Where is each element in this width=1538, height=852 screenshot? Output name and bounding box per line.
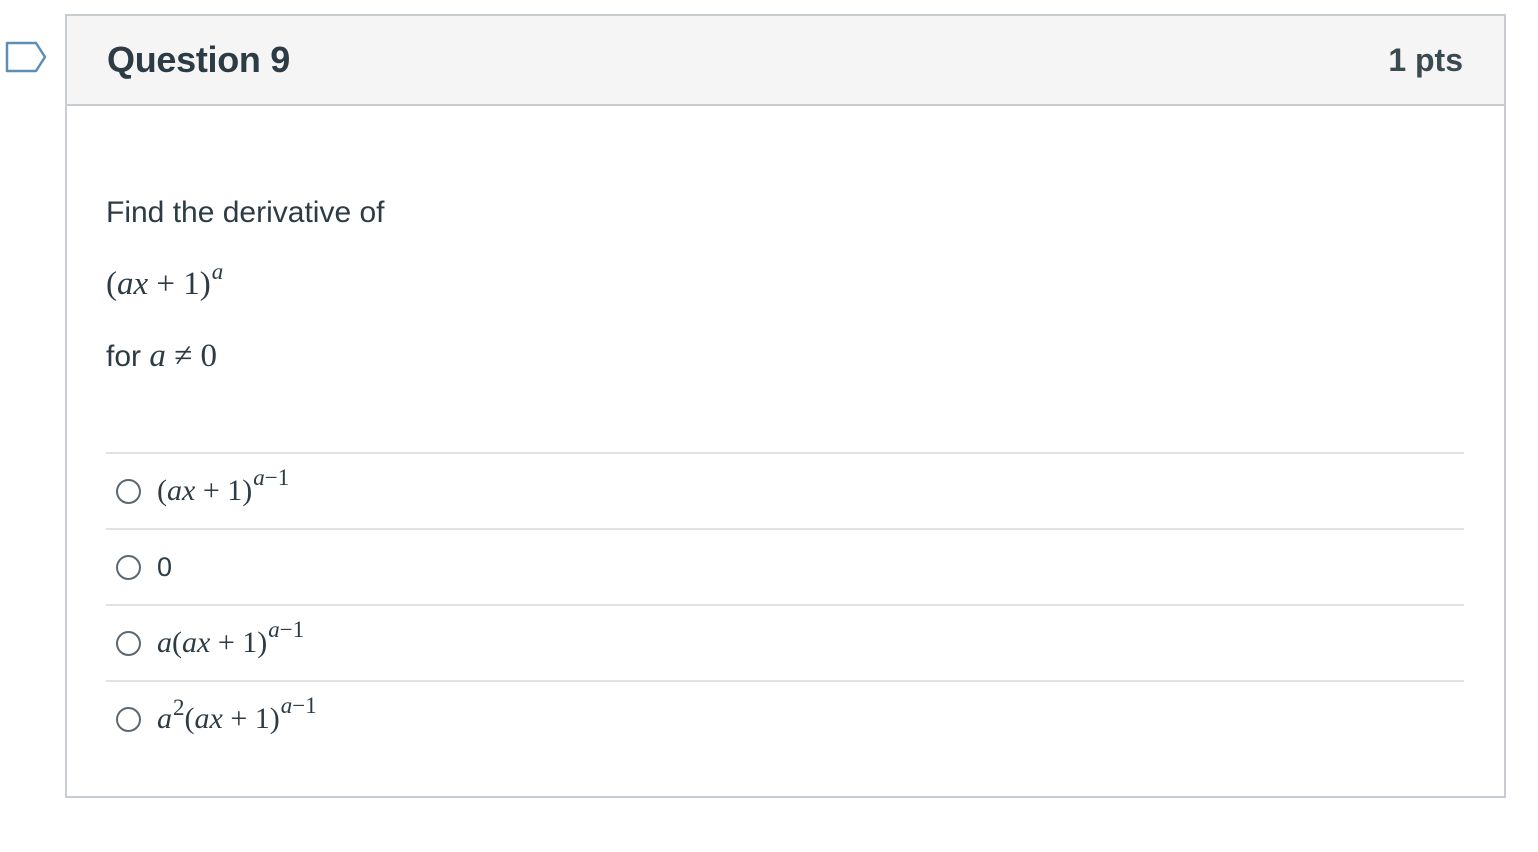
answer-label: a2(ax + 1)a−1	[157, 693, 317, 735]
question-title: Question 9	[107, 39, 291, 80]
answer-option-3[interactable]: a(ax + 1)a−1	[106, 604, 1464, 680]
answer-option-4[interactable]: a2(ax + 1)a−1	[106, 680, 1464, 756]
radio-button[interactable]	[116, 630, 141, 656]
condition-prefix: for	[106, 340, 142, 373]
answer-list: (ax + 1)a−1 0 a(ax + 1)a−1 a2(ax + 1)a−1	[106, 452, 1464, 756]
radio-button[interactable]	[116, 554, 141, 580]
expression-exponent: a	[211, 259, 224, 284]
condition-math: a ≠ 0	[149, 338, 217, 374]
answer-option-2[interactable]: 0	[106, 528, 1464, 604]
answer-label: 0	[157, 551, 173, 582]
answer-option-1[interactable]: (ax + 1)a−1	[106, 452, 1464, 528]
expression-base: (ax + 1)	[106, 266, 211, 302]
question-condition: for a ≠ 0	[106, 338, 217, 375]
question-header: Question 9 1 pts	[67, 16, 1504, 106]
flag-question-icon[interactable]	[4, 40, 48, 76]
question-prompt-intro: Find the derivative of	[106, 196, 385, 229]
answer-label: (ax + 1)a−1	[157, 465, 290, 507]
radio-button[interactable]	[116, 478, 141, 504]
radio-button[interactable]	[116, 706, 141, 732]
question-expression: (ax + 1)a	[106, 259, 223, 303]
question-points: 1 pts	[1388, 41, 1463, 78]
answer-label: a(ax + 1)a−1	[157, 617, 305, 659]
